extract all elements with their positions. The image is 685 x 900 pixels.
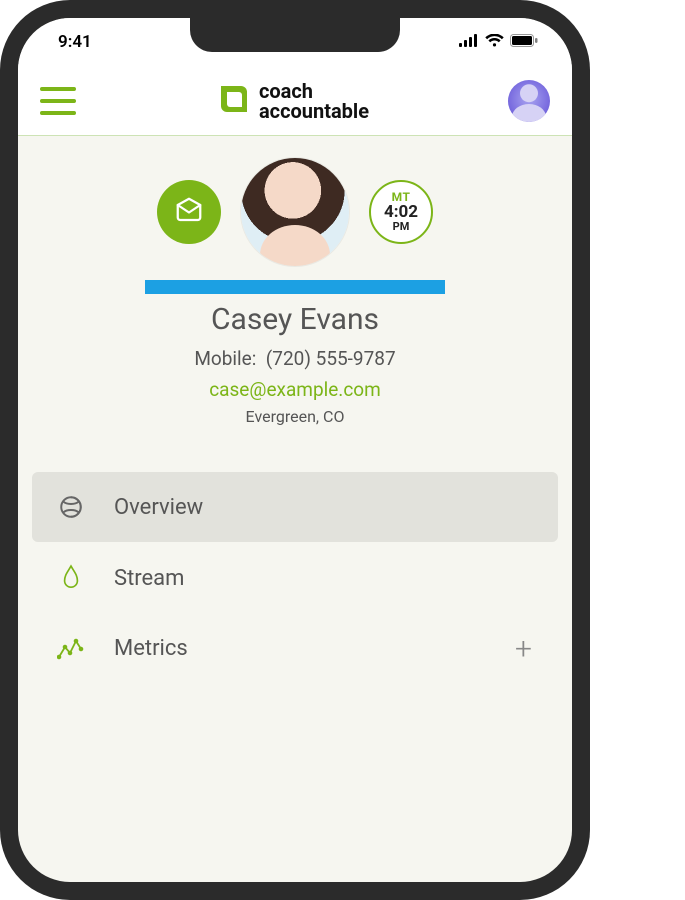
battery-icon	[510, 32, 538, 52]
wifi-icon	[485, 32, 504, 52]
status-indicators	[459, 32, 538, 52]
overview-icon	[56, 494, 86, 520]
client-email[interactable]: case@example.com	[18, 378, 572, 401]
client-photo[interactable]	[241, 158, 349, 266]
phone-frame: 9:41	[0, 0, 590, 900]
app-header: coach accountable	[18, 66, 572, 136]
client-profile: MT 4:02 PM Casey Evans Mobile: (720) 555…	[18, 136, 572, 426]
notch	[190, 18, 400, 52]
screen: 9:41	[18, 18, 572, 882]
timezone-time: 4:02	[384, 204, 418, 222]
phone-label: Mobile:	[194, 347, 256, 370]
message-button[interactable]	[157, 180, 221, 244]
brand-line1: coach	[259, 81, 369, 101]
cellular-icon	[459, 32, 479, 52]
stream-icon	[56, 564, 86, 592]
nav-label: Overview	[114, 495, 203, 520]
menu-icon[interactable]	[40, 87, 76, 115]
client-phone: Mobile: (720) 555-9787	[18, 347, 572, 370]
client-location: Evergreen, CO	[18, 407, 572, 426]
envelope-icon	[174, 195, 204, 229]
timezone-ampm: PM	[393, 221, 410, 233]
phone-number: (720) 555-9787	[266, 347, 396, 370]
add-metric-button[interactable]: +	[515, 631, 532, 666]
nav-item-overview[interactable]: Overview	[32, 472, 558, 542]
section-nav: Overview Stream Metrics +	[18, 472, 572, 683]
profile-avatar-button[interactable]	[508, 80, 550, 122]
brand-logo[interactable]: coach accountable	[215, 80, 369, 122]
metrics-icon	[56, 637, 86, 661]
client-name: Casey Evans	[18, 302, 572, 337]
nav-item-stream[interactable]: Stream	[32, 542, 558, 614]
leaf-icon	[215, 80, 253, 122]
nav-label: Stream	[114, 566, 184, 591]
progress-bar	[145, 280, 445, 294]
nav-item-metrics[interactable]: Metrics +	[32, 614, 558, 683]
brand-line2: accountable	[259, 101, 369, 121]
timezone-badge[interactable]: MT 4:02 PM	[369, 180, 433, 244]
nav-label: Metrics	[114, 636, 188, 661]
brand-text: coach accountable	[259, 81, 369, 121]
status-time: 9:41	[58, 32, 92, 52]
